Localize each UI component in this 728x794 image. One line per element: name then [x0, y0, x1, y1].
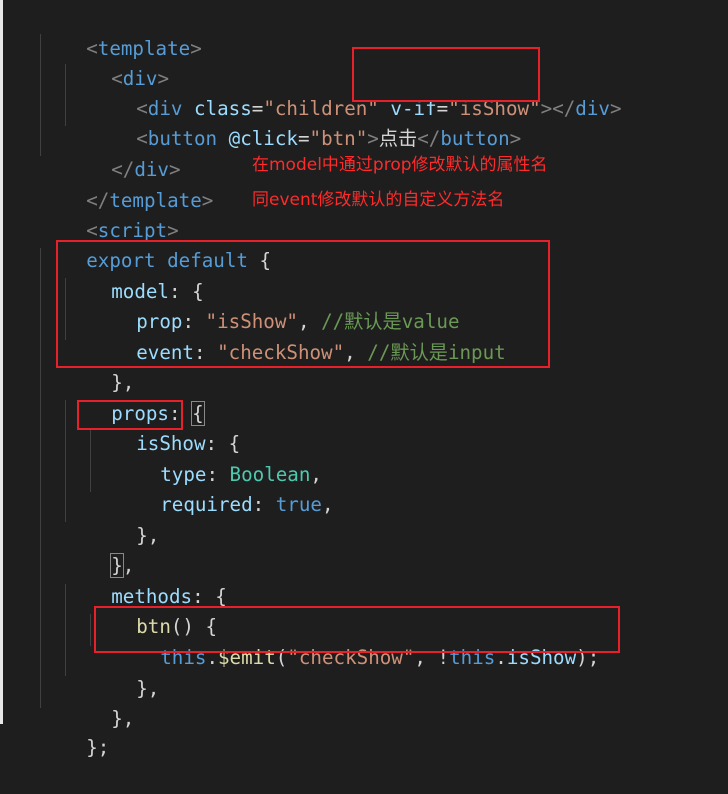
token: > — [609, 96, 622, 120]
token: div — [575, 96, 610, 120]
code-line-24: }; — [40, 702, 109, 759]
token: }, — [136, 676, 160, 700]
annotation-prop-note: 在model中通过prop修改默认的属性名 — [252, 155, 548, 175]
code-line-17: }, — [90, 490, 159, 547]
indent-guide — [40, 248, 41, 708]
token: </ — [552, 96, 576, 120]
code-line-6: </template> — [40, 155, 213, 212]
token: > — [540, 96, 553, 120]
token: = — [297, 126, 310, 150]
token: required — [160, 492, 253, 516]
code-line-5: </div> — [65, 124, 180, 181]
code-line-15: type: Boolean, — [114, 429, 322, 486]
highlight-box-isshow-prop — [77, 400, 183, 430]
token: : — [252, 492, 276, 516]
token: @click — [228, 126, 298, 150]
token: }; — [86, 735, 110, 759]
token: true — [275, 492, 322, 516]
code-editor[interactable]: <template> <div> <div class="children" v… — [0, 0, 728, 759]
token: , — [321, 492, 334, 516]
token: "btn" — [309, 126, 368, 150]
code-line-13: props: { — [65, 368, 205, 426]
code-line-1: <template> — [40, 3, 202, 60]
token: }, — [111, 706, 135, 730]
token: > — [201, 188, 214, 212]
annotation-event-note: 同event修改默认的自定义方法名 — [252, 190, 505, 210]
highlight-box-v-if — [352, 47, 540, 102]
token: > — [509, 126, 522, 150]
token: }, — [136, 523, 160, 547]
token: button — [440, 126, 510, 150]
token: > — [190, 36, 202, 60]
highlight-box-emit — [94, 606, 620, 653]
code-line-19: methods: { — [65, 551, 227, 608]
code-line-23: }, — [65, 673, 134, 730]
code-line-2: <div> — [65, 33, 169, 90]
code-line-16: required: true, — [114, 459, 333, 516]
token: </ — [417, 126, 441, 150]
token: 点击 — [378, 126, 418, 150]
code-line-18: }, — [65, 520, 134, 578]
code-line-7: <script> — [40, 185, 178, 242]
token: > — [367, 126, 379, 150]
highlight-box-model — [56, 240, 550, 368]
